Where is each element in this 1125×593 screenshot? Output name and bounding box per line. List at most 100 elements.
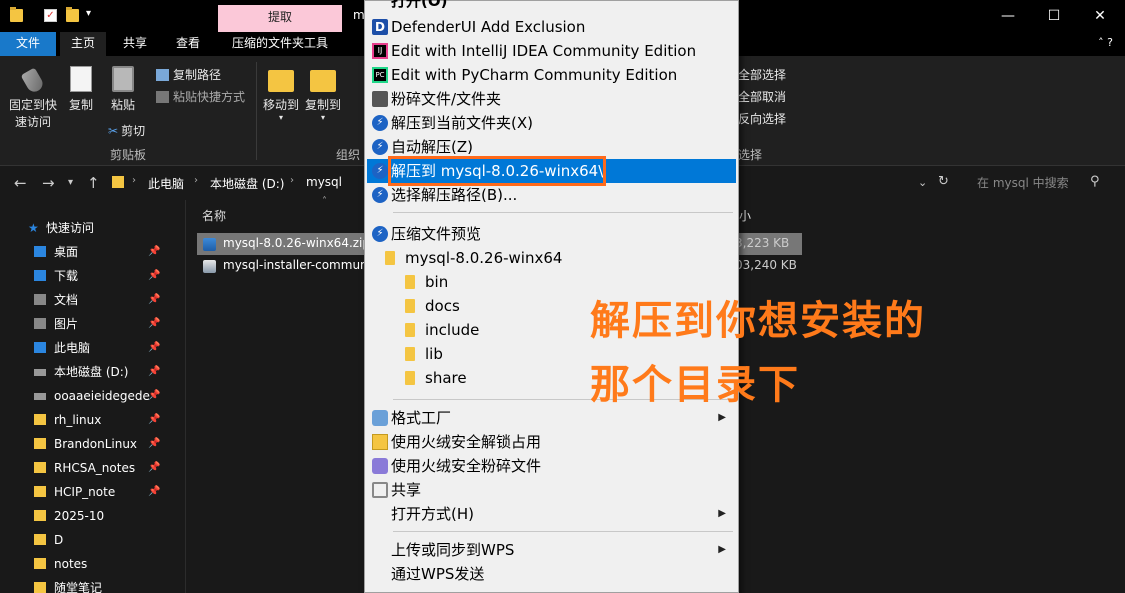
preview-tree-item[interactable]: share xyxy=(405,369,467,387)
pin-icon[interactable]: 📌 xyxy=(148,481,160,503)
pin-icon[interactable]: 📌 xyxy=(148,409,160,431)
nav-item-brandonlinux[interactable]: BrandonLinux 📌 xyxy=(34,433,184,455)
folder-icon[interactable] xyxy=(10,7,23,22)
nav-item-class-notes[interactable]: 随堂笔记 xyxy=(34,577,184,593)
copy-to-label: 复制到 xyxy=(304,98,341,112)
nav-item-drive-d[interactable]: 本地磁盘 (D:) 📌 xyxy=(34,361,184,383)
column-header-size[interactable]: 小 xyxy=(739,207,751,224)
select-none-button[interactable]: 全部取消 xyxy=(738,88,786,105)
folder-icon xyxy=(405,275,415,289)
customize-quick-access-icon[interactable]: ▾ xyxy=(86,8,99,21)
select-all-button[interactable]: 全部选择 xyxy=(738,66,786,83)
nav-item-rhcsa-notes[interactable]: RHCSA_notes 📌 xyxy=(34,457,184,479)
tab-view[interactable]: 查看 xyxy=(164,32,212,56)
copy-button[interactable]: 复制 xyxy=(64,66,98,113)
pin-icon[interactable]: 📌 xyxy=(148,241,160,263)
breadcrumb-separator[interactable]: › xyxy=(290,175,294,186)
move-to-button[interactable]: 移动到 ▾ xyxy=(262,66,300,122)
menu-item-huorong-shred[interactable]: 使用火绒安全粉碎文件 xyxy=(367,454,736,478)
nav-item-documents[interactable]: 文档 📌 xyxy=(34,289,184,311)
close-button[interactable]: ✕ xyxy=(1077,0,1123,32)
menu-separator xyxy=(393,531,733,532)
nav-item-label: notes xyxy=(54,557,88,571)
up-arrow-icon[interactable]: ↑ xyxy=(87,174,100,192)
menu-item-defender-exclusion[interactable]: D DefenderUI Add Exclusion xyxy=(367,15,736,39)
drive-icon xyxy=(34,369,46,376)
menu-item-archive-preview[interactable]: ⚡ 压缩文件预览 xyxy=(367,222,736,246)
preview-tree-item[interactable]: bin xyxy=(405,273,448,291)
pin-icon[interactable]: 📌 xyxy=(148,337,160,359)
tab-compressed-tools[interactable]: 压缩的文件夹工具 xyxy=(220,32,340,56)
menu-item-edit-pycharm[interactable]: PC Edit with PyCharm Community Edition xyxy=(367,63,736,87)
tab-share[interactable]: 共享 xyxy=(112,32,158,56)
breadcrumb-mysql[interactable]: mysql xyxy=(306,175,342,189)
tab-file[interactable]: 文件 xyxy=(0,32,56,56)
menu-item-auto-extract[interactable]: ⚡ 自动解压(Z) xyxy=(367,135,736,159)
search-icon[interactable]: ⚲ xyxy=(1090,174,1100,189)
pin-icon[interactable]: 📌 xyxy=(148,361,160,383)
menu-item-wps-upload[interactable]: 上传或同步到WPS ▶ xyxy=(367,538,736,562)
invert-selection-button[interactable]: 反向选择 xyxy=(738,110,786,127)
pin-to-quick-access-button[interactable]: 固定到快 速访问 xyxy=(6,66,60,130)
menu-item-extract-here[interactable]: ⚡ 解压到当前文件夹(X) xyxy=(367,111,736,135)
nav-item-desktop[interactable]: 桌面 📌 xyxy=(34,241,184,263)
bandizip-icon: ⚡ xyxy=(372,115,388,131)
nav-item-label: 图片 xyxy=(54,317,79,331)
pin-icon[interactable]: 📌 xyxy=(148,433,160,455)
pin-icon[interactable]: 📌 xyxy=(148,457,160,479)
nav-quick-access[interactable]: ★ 快速访问 xyxy=(28,217,178,239)
ribbon-help-controls[interactable]: ˄ ? xyxy=(1098,36,1113,49)
menu-item-shred[interactable]: 粉碎文件/文件夹 xyxy=(367,87,736,111)
copy-to-button[interactable]: 复制到 ▾ xyxy=(304,66,342,122)
properties-icon[interactable]: ✓ xyxy=(44,9,57,22)
column-header-name[interactable]: 名称 xyxy=(202,207,226,224)
nav-item-2025-10[interactable]: 2025-10 xyxy=(34,505,184,527)
refresh-icon[interactable]: ↻ xyxy=(938,174,949,189)
menu-item-open[interactable]: 打开(O) xyxy=(367,0,736,13)
preview-tree-item[interactable]: docs xyxy=(405,297,460,315)
pin-label-line2: 速访问 xyxy=(14,115,51,129)
tab-home[interactable]: 主页 xyxy=(60,32,106,56)
nav-item-downloads[interactable]: 下载 📌 xyxy=(34,265,184,287)
menu-item-extract-choose-path[interactable]: ⚡ 选择解压路径(B)... xyxy=(367,183,736,207)
nav-item-rh-linux[interactable]: rh_linux 📌 xyxy=(34,409,184,431)
maximize-button[interactable]: ☐ xyxy=(1031,0,1077,32)
breadcrumb-this-pc[interactable]: 此电脑 xyxy=(148,175,184,192)
pin-icon[interactable]: 📌 xyxy=(148,289,160,311)
address-dropdown-icon[interactable]: ⌄ xyxy=(918,176,927,189)
menu-item-extract-to-folder[interactable]: ⚡ 解压到 mysql-8.0.26-winx64\ xyxy=(367,156,736,186)
pin-icon[interactable]: 📌 xyxy=(148,265,160,287)
nav-item-ooaaeieidegede[interactable]: ooaaeieidegede 📌 xyxy=(34,385,184,407)
new-folder-icon[interactable] xyxy=(66,7,79,22)
copy-path-button[interactable]: 复制路径 xyxy=(156,66,221,83)
menu-item-edit-intellij[interactable]: IJ Edit with IntelliJ IDEA Community Edi… xyxy=(367,39,736,63)
pin-icon[interactable]: 📌 xyxy=(148,385,160,407)
forward-arrow-icon[interactable]: → xyxy=(42,174,55,192)
minimize-button[interactable]: — xyxy=(985,0,1031,32)
nav-item-hcip-note[interactable]: HCIP_note 📌 xyxy=(34,481,184,503)
pin-icon[interactable]: 📌 xyxy=(148,313,160,335)
cut-button[interactable]: ✂ 剪切 xyxy=(108,122,145,139)
share-icon xyxy=(372,482,388,498)
breadcrumb-separator[interactable]: › xyxy=(132,175,136,186)
menu-item-share[interactable]: 共享 xyxy=(367,478,736,502)
folder-icon xyxy=(112,176,124,188)
recent-locations-icon[interactable]: ▾ xyxy=(68,177,73,188)
breadcrumb-drive-d[interactable]: 本地磁盘 (D:) xyxy=(210,175,284,192)
preview-tree-item[interactable]: include xyxy=(405,321,479,339)
nav-item-d[interactable]: D xyxy=(34,529,184,551)
menu-item-open-with[interactable]: 打开方式(H) ▶ xyxy=(367,502,736,526)
breadcrumb-separator[interactable]: › xyxy=(194,175,198,186)
preview-tree-root[interactable]: mysql-8.0.26-winx64 xyxy=(385,249,562,267)
menu-item-wps-send[interactable]: 通过WPS发送 xyxy=(367,562,736,586)
context-tab-extract[interactable]: 提取 xyxy=(218,5,342,32)
nav-item-this-pc[interactable]: 此电脑 📌 xyxy=(34,337,184,359)
preview-tree-item[interactable]: lib xyxy=(405,345,443,363)
menu-item-huorong-unlock[interactable]: 使用火绒安全解锁占用 xyxy=(367,430,736,454)
nav-item-pictures[interactable]: 图片 📌 xyxy=(34,313,184,335)
paste-button[interactable]: 粘贴 xyxy=(106,66,140,113)
nav-item-notes[interactable]: notes xyxy=(34,553,184,575)
bandizip-icon: ⚡ xyxy=(372,163,388,179)
paste-shortcut-button[interactable]: 粘贴快捷方式 xyxy=(156,88,245,105)
back-arrow-icon[interactable]: ← xyxy=(14,174,27,192)
